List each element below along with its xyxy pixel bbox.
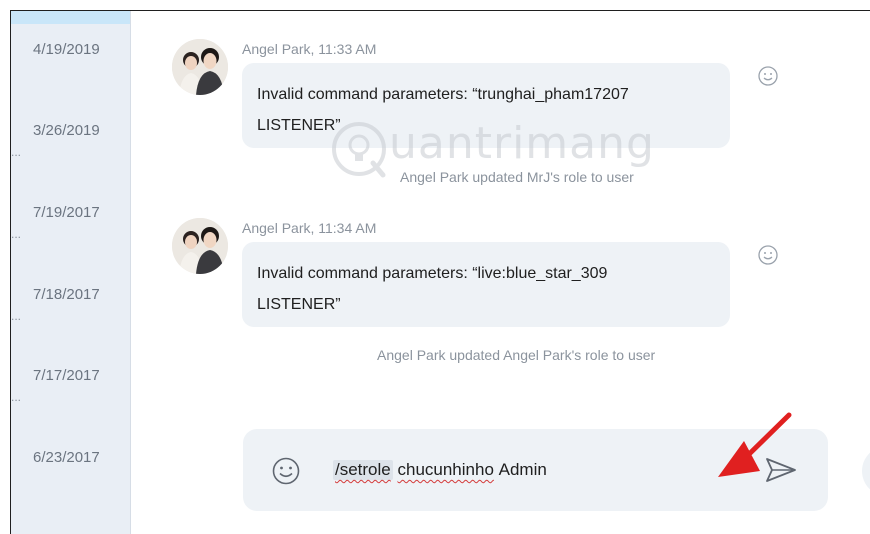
date-item[interactable]: 6/23/2017: [11, 449, 130, 531]
date-label: 6/23/2017: [33, 449, 100, 466]
sidebar-selected-bar: [11, 11, 130, 24]
side-action-button[interactable]: [862, 446, 870, 496]
sender-name-time: Angel Park, 11:33 AM: [242, 41, 377, 57]
message-line: LISTENER”: [257, 296, 341, 313]
avatar-photo: [172, 39, 228, 95]
date-item[interactable]: 7/17/2017 ...: [11, 367, 130, 449]
avatar-photo: [172, 218, 228, 274]
date-label: 7/17/2017: [33, 367, 100, 384]
message-line: Invalid command parameters: “trunghai_ph…: [257, 86, 629, 103]
smiley-icon[interactable]: [757, 244, 779, 266]
sender-name-time: Angel Park, 11:34 AM: [242, 220, 377, 236]
ellipsis-icon: ...: [11, 145, 22, 159]
ellipsis-icon: ...: [11, 390, 22, 404]
ellipsis-icon: ...: [11, 227, 22, 241]
message-input[interactable]: /setrole chucunhinho Admin: [333, 458, 547, 482]
role-token: Admin: [498, 460, 547, 479]
message-line: Invalid command parameters: “live:blue_s…: [257, 265, 608, 282]
date-item[interactable]: 3/26/2019 ...: [11, 122, 130, 204]
message-line: LISTENER”: [257, 117, 341, 134]
command-token: /setrole: [333, 460, 393, 480]
date-item[interactable]: 7/19/2017 ...: [11, 204, 130, 286]
date-label: 7/19/2017: [33, 204, 100, 221]
system-message: Angel Park updated Angel Park's role to …: [377, 347, 656, 363]
date-item[interactable]: 4/19/2019: [11, 41, 130, 123]
app-window: 4/19/2019 3/26/2019 ... 7/19/2017 ... 7/…: [10, 10, 870, 534]
emoji-icon[interactable]: [271, 456, 301, 486]
date-label: 3/26/2019: [33, 122, 100, 139]
ellipsis-icon: ...: [11, 309, 22, 323]
message-bubble[interactable]: Invalid command parameters: “trunghai_ph…: [242, 63, 730, 148]
message-composer[interactable]: /setrole chucunhinho Admin: [243, 429, 828, 511]
date-label: 7/18/2017: [33, 286, 100, 303]
send-icon[interactable]: [763, 454, 799, 486]
username-token: chucunhinho: [397, 460, 494, 479]
date-item[interactable]: 7/18/2017 ...: [11, 286, 130, 368]
message-bubble[interactable]: Invalid command parameters: “live:blue_s…: [242, 242, 730, 327]
system-message: Angel Park updated MrJ's role to user: [400, 169, 634, 185]
avatar[interactable]: [172, 218, 228, 274]
date-sidebar: 4/19/2019 3/26/2019 ... 7/19/2017 ... 7/…: [11, 11, 131, 534]
date-label: 4/19/2019: [33, 41, 100, 58]
smiley-icon[interactable]: [757, 65, 779, 87]
chat-panel: Angel Park, 11:33 AM Invalid command par…: [132, 11, 870, 534]
avatar[interactable]: [172, 39, 228, 95]
